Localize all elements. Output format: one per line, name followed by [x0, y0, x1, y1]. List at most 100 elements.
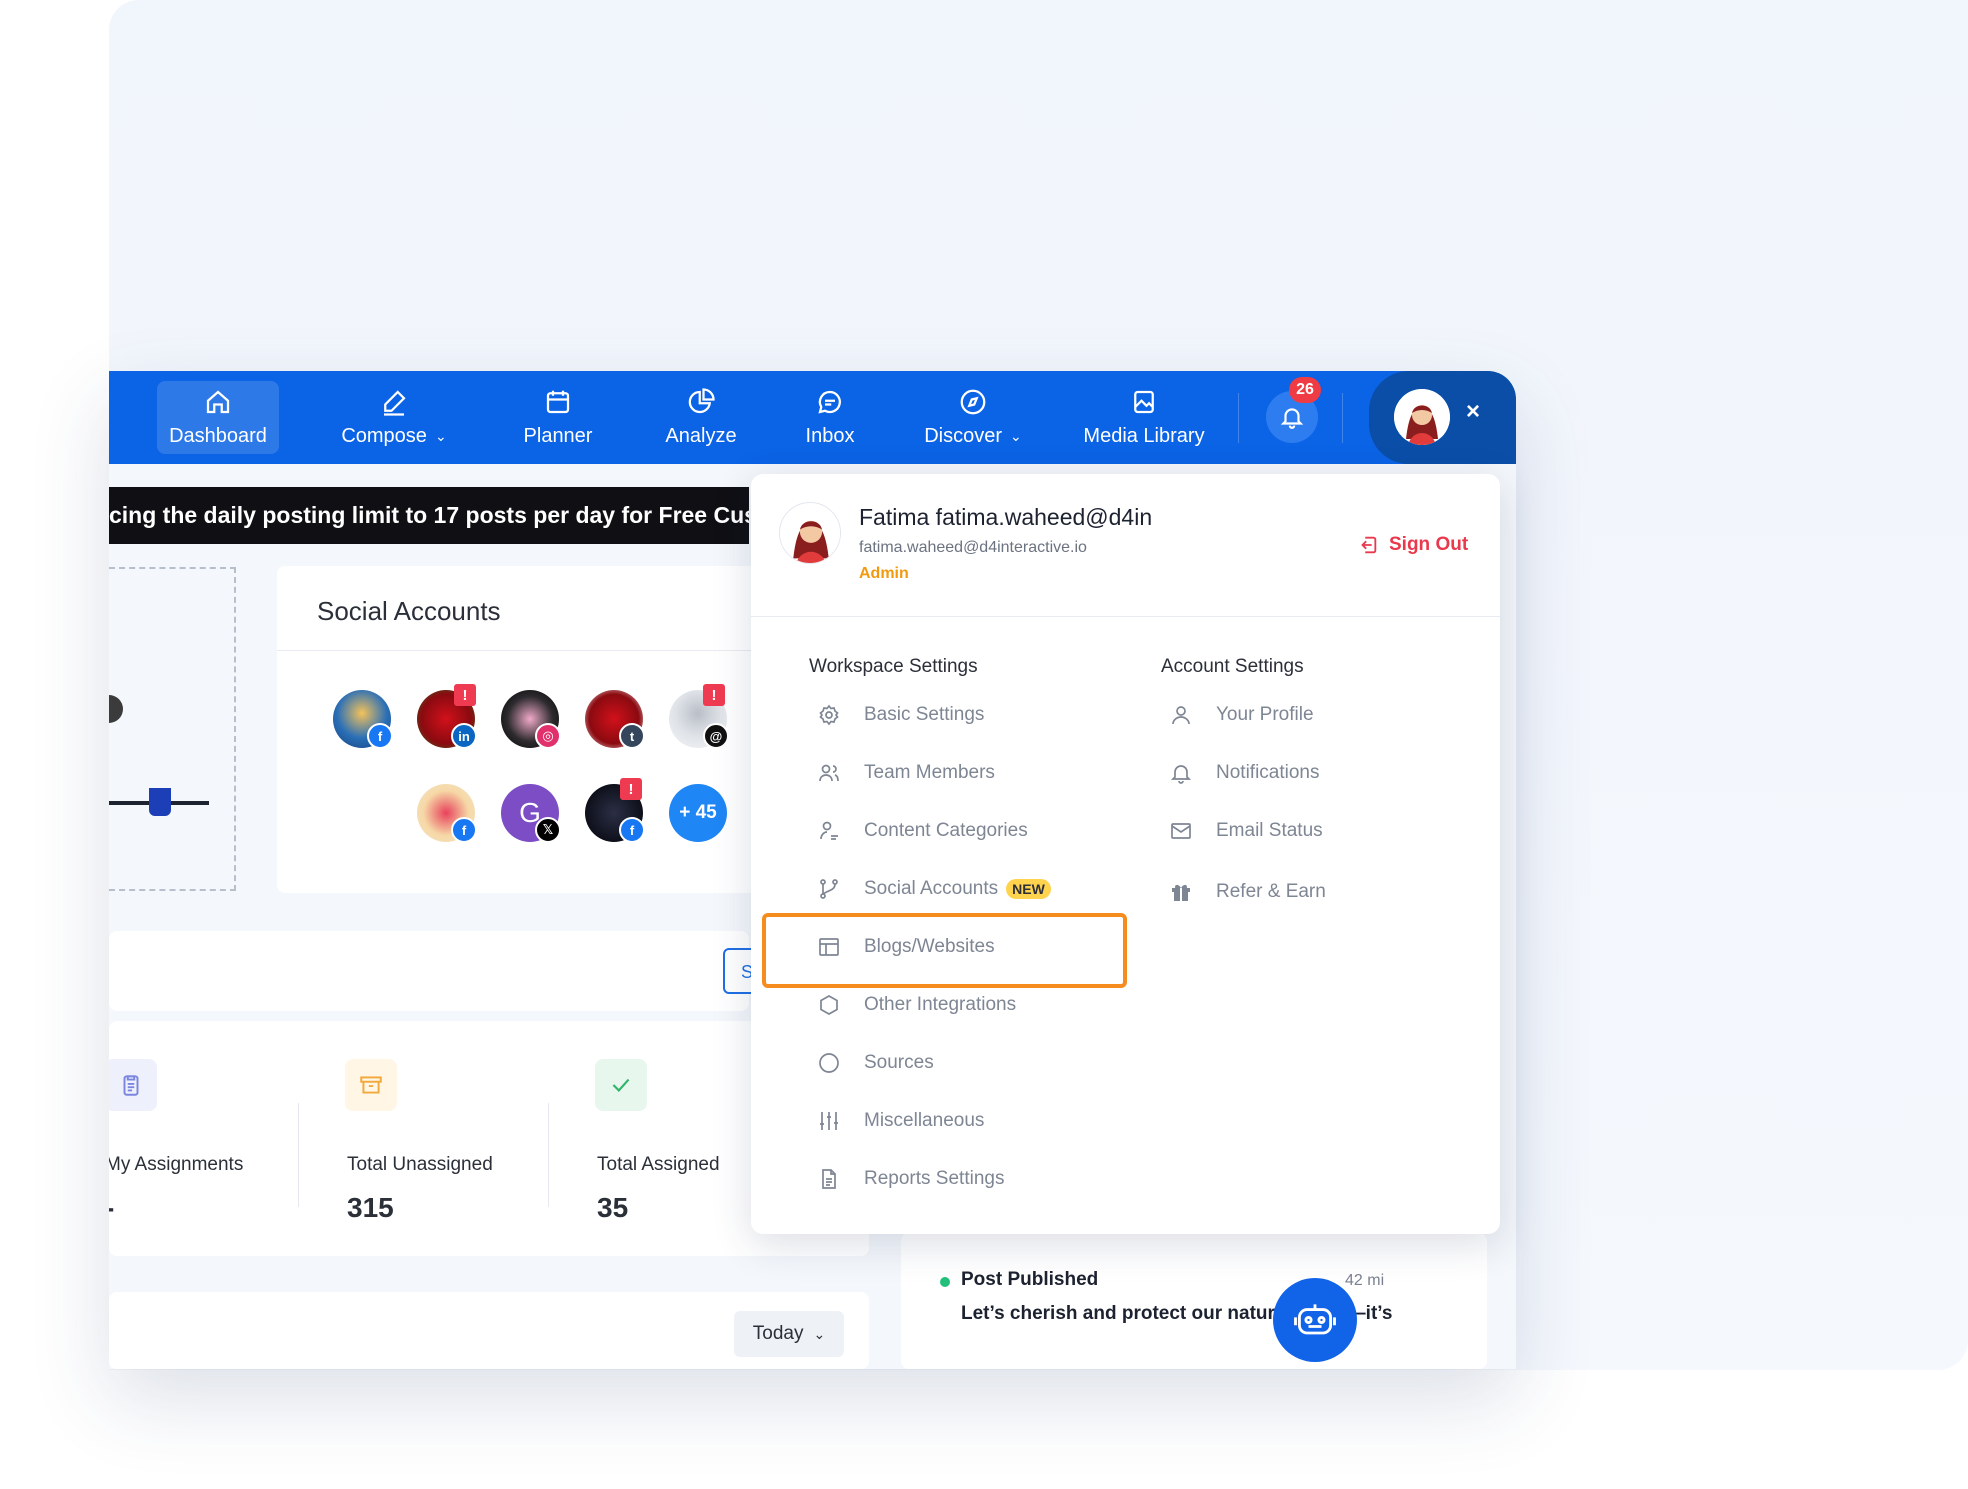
nav-planner[interactable]: Planner: [513, 371, 603, 464]
divider: [548, 1103, 549, 1207]
nav-label: Planner: [523, 425, 593, 447]
nav-divider: [1238, 393, 1239, 443]
avatar: [1394, 389, 1450, 445]
stat-label: Total Assigned: [597, 1154, 720, 1175]
menu-item-label: Other Integrations: [864, 994, 1017, 1015]
menu-item-notifications[interactable]: Notifications: [1166, 758, 1320, 788]
stat-value: 315: [347, 1192, 394, 1223]
alert-icon: !: [454, 684, 476, 706]
stat-label: My Assignments: [109, 1154, 244, 1175]
menu-item-label: Email Status: [1216, 820, 1323, 841]
announcement-banner: cing the daily posting limit to 17 posts…: [109, 487, 749, 544]
menu-item-miscellaneous[interactable]: Miscellaneous: [814, 1106, 984, 1136]
card-title: Social Accounts: [317, 596, 501, 626]
alert-icon: !: [703, 684, 725, 706]
check-icon: [595, 1059, 647, 1111]
sign-out-label: Sign Out: [1389, 534, 1469, 555]
pie-chart-icon: [688, 388, 715, 414]
mail-icon: [1166, 816, 1196, 846]
stat-label: Total Unassigned: [347, 1154, 493, 1175]
nav-discover[interactable]: Discover ⌄: [911, 371, 1035, 464]
stat-value: -: [109, 1192, 114, 1224]
sliders-icon: [814, 1106, 844, 1136]
menu-item-label: Team Members: [864, 762, 995, 783]
image-icon: [1134, 390, 1154, 414]
nav-label: Dashboard: [169, 425, 267, 447]
tumblr-icon: t: [619, 723, 645, 749]
menu-item-label: Reports Settings: [864, 1168, 1005, 1189]
menu-item-sources[interactable]: Sources: [814, 1048, 934, 1078]
workspace-settings-title: Workspace Settings: [809, 656, 978, 677]
notifications-badge: 26: [1289, 377, 1321, 403]
middle-strip: [109, 931, 749, 1011]
nav-label: Compose: [341, 425, 427, 447]
instagram-icon: ◎: [535, 723, 561, 749]
sign-out-button[interactable]: Sign Out: [1357, 534, 1468, 556]
circle-icon: [814, 1048, 844, 1078]
gift-icon: [1166, 877, 1196, 907]
status-dot: [940, 1277, 950, 1287]
user-role: Admin: [859, 565, 909, 582]
date-filter-label: Today: [752, 1323, 804, 1344]
menu-item-refer-earn[interactable]: Refer & Earn: [1166, 877, 1326, 907]
facebook-icon: f: [451, 817, 477, 843]
illustration-dot: [109, 695, 123, 723]
menu-item-label: Content Categories: [864, 820, 1028, 841]
chevron-down-icon: ⌄: [1010, 428, 1022, 444]
profile-dropdown-menu: Fatima fatima.waheed@d4in fatima.waheed@…: [751, 474, 1500, 1234]
nav-analyze[interactable]: Analyze: [652, 371, 750, 464]
date-filter-select[interactable]: Today ⌄: [734, 1311, 844, 1357]
menu-item-email-status[interactable]: Email Status: [1166, 816, 1323, 846]
menu-item-team-members[interactable]: Team Members: [814, 758, 995, 788]
dropdown-header: Fatima fatima.waheed@d4in fatima.waheed@…: [751, 474, 1500, 617]
nav-inbox[interactable]: Inbox: [785, 371, 875, 464]
menu-item-content-categories[interactable]: Content Categories: [814, 816, 1028, 846]
clipboard-icon: [109, 1059, 157, 1111]
nav-label: Media Library: [1083, 425, 1205, 447]
new-badge: NEW: [1006, 879, 1051, 899]
hexagon-icon: [814, 990, 844, 1020]
x-icon: 𝕏: [535, 817, 561, 843]
nav-divider: [1342, 393, 1343, 443]
facebook-icon: f: [619, 817, 645, 843]
menu-item-label: Social Accounts: [864, 878, 999, 899]
chatbot-button[interactable]: [1273, 1278, 1357, 1362]
illustration-cup: [149, 788, 171, 816]
menu-item-basic-settings[interactable]: Basic Settings: [814, 700, 984, 730]
menu-item-other-integrations[interactable]: Other Integrations: [814, 990, 1016, 1020]
account-settings-title: Account Settings: [1161, 656, 1304, 677]
user-email: fatima.waheed@d4interactive.io: [859, 539, 1087, 556]
menu-item-label: Notifications: [1216, 762, 1320, 783]
chat-icon: [818, 390, 841, 414]
calendar-icon: [546, 390, 570, 414]
threads-icon: @: [703, 723, 729, 749]
menu-item-your-profile[interactable]: Your Profile: [1166, 700, 1314, 730]
avatar: [779, 502, 841, 564]
feed-item-title: Post Published: [961, 1269, 1099, 1290]
nav-dashboard[interactable]: Dashboard: [157, 381, 279, 454]
stat-value: 35: [597, 1192, 629, 1223]
empty-state-illustration: [109, 567, 236, 891]
sign-out-icon: [1361, 536, 1377, 554]
menu-item-social-accounts[interactable]: Social Accounts NEW: [814, 874, 1051, 904]
divider: [277, 650, 777, 651]
close-icon[interactable]: ×: [1466, 398, 1480, 426]
branch-icon: [814, 874, 844, 904]
archive-icon: [345, 1059, 397, 1111]
nav-label: Discover: [924, 425, 1003, 447]
chevron-down-icon: ⌄: [434, 428, 447, 444]
user-name: Fatima fatima.waheed@d4in: [859, 504, 1153, 530]
menu-item-reports-settings[interactable]: Reports Settings: [814, 1164, 1004, 1194]
highlight-outline: [762, 913, 1127, 988]
nav-media-library[interactable]: Media Library: [1077, 371, 1211, 464]
nav-compose[interactable]: Compose ⌄: [328, 371, 460, 464]
alert-icon: !: [620, 778, 642, 800]
menu-item-label: Miscellaneous: [864, 1110, 985, 1131]
linkedin-icon: in: [451, 723, 477, 749]
nav-label: Analyze: [665, 425, 737, 447]
menu-item-label: Basic Settings: [864, 704, 985, 725]
menu-item-label: Your Profile: [1216, 704, 1314, 725]
categories-icon: [814, 816, 844, 846]
profile-menu-button[interactable]: ×: [1369, 371, 1516, 464]
more-accounts-button[interactable]: + 45: [669, 784, 727, 842]
